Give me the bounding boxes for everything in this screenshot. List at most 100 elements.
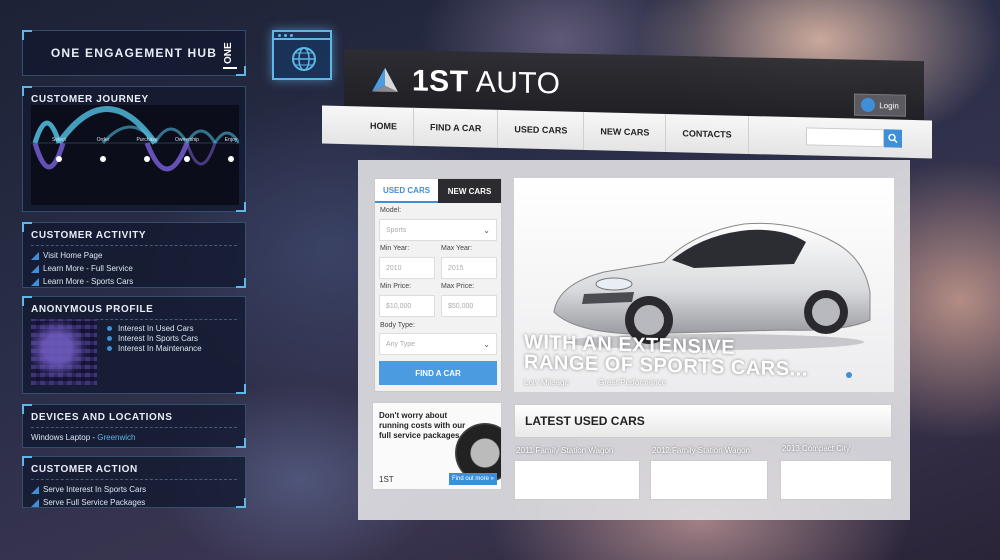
journey-stage-marker	[144, 156, 150, 162]
profile-item: Interest In Maintenance	[107, 343, 202, 353]
bullet-icon	[107, 335, 112, 341]
action-label: Serve Full Service Packages	[43, 498, 146, 507]
latest-used-cars-header: LATEST USED CARS	[514, 404, 892, 438]
activity-label: Learn More - Sports Cars	[43, 277, 134, 286]
anonymous-profile-panel: ANONYMOUS PROFILE Interest In Used Cars …	[22, 296, 246, 394]
nav-new-cars[interactable]: NEW CARS	[584, 111, 667, 152]
find-a-car-button[interactable]: FIND A CAR	[379, 361, 497, 385]
sports-car-image	[553, 222, 871, 350]
customer-journey-panel: CUSTOMER JOURNEY Select Order Purchase Owne…	[22, 86, 246, 212]
triangle-icon	[31, 251, 39, 260]
journey-stage-marker	[56, 156, 62, 162]
journey-stage-marker	[228, 156, 234, 162]
carousel-dot[interactable]	[846, 372, 852, 378]
profile-label: Interest In Sports Cars	[118, 333, 199, 343]
model-select[interactable]: Sports ⌄	[379, 219, 497, 241]
triangle-icon	[31, 264, 39, 273]
body-type-value: Any Type	[386, 340, 416, 348]
min-price-input[interactable]: $10,000	[379, 295, 435, 317]
model-label: Model:	[380, 207, 402, 214]
pixelated-avatar	[31, 319, 97, 385]
hub-title: ONE ENGAGEMENT HUB	[50, 46, 218, 60]
journey-chart: Select Order Purchase Ownership Enjoy	[31, 105, 239, 205]
login-button[interactable]: Login	[854, 93, 906, 117]
listing-card[interactable]	[514, 460, 640, 500]
devices-title: DEVICES AND LOCATIONS	[31, 405, 237, 428]
browser-globe-icon	[272, 30, 332, 80]
triangle-icon	[31, 485, 39, 494]
engagement-hub-header: ONE ENGAGEMENT HUB ONE	[22, 30, 246, 76]
device-name: Windows Laptop	[31, 433, 91, 442]
service-promo-card[interactable]: Don't worry about running costs with our…	[372, 402, 502, 490]
max-price-input[interactable]: $50,000	[441, 295, 497, 317]
journey-stage-label: Enjoy	[225, 137, 238, 143]
search-input[interactable]	[806, 127, 884, 148]
activity-item: Learn More - Sports Cars	[31, 275, 237, 288]
customer-activity-panel: CUSTOMER ACTIVITY Visit Home Page Learn …	[22, 222, 246, 288]
profile-item: Interest In Sports Cars	[107, 333, 202, 343]
hero-headline: WITH AN EXTENSIVE RANGE OF SPORTS CARS...	[524, 331, 808, 380]
listing-card[interactable]	[780, 460, 892, 500]
nav-contacts[interactable]: CONTACTS	[666, 113, 749, 154]
car-finder-widget: USED CARS NEW CARS Model: Sports ⌄ Min Ye…	[374, 178, 502, 392]
activity-item: Visit Home Page	[31, 249, 237, 262]
journey-stage-marker	[100, 156, 106, 162]
tab-used-cars[interactable]: USED CARS	[375, 179, 438, 203]
search-icon	[888, 133, 898, 144]
journey-stage-label: Purchase	[136, 137, 157, 143]
max-year-label: Max Year:	[441, 245, 473, 252]
site-search	[806, 127, 902, 148]
latest-title: LATEST USED CARS	[525, 414, 645, 428]
listing-card[interactable]	[650, 460, 768, 500]
globe-icon	[292, 47, 316, 71]
device-row: Windows Laptop - Greenwich	[23, 428, 245, 447]
model-value: Sports	[386, 226, 407, 234]
devices-locations-panel: DEVICES AND LOCATIONS Windows Laptop - G…	[22, 404, 246, 448]
min-price-label: Min Price:	[380, 283, 412, 290]
find-out-more-button[interactable]: Find out more »	[449, 473, 497, 485]
body-type-select[interactable]: Any Type ⌄	[379, 333, 497, 355]
nav-used-cars[interactable]: USED CARS	[498, 109, 585, 150]
action-title: CUSTOMER ACTION	[31, 457, 237, 480]
action-label: Serve Interest In Sports Cars	[43, 485, 147, 494]
journey-stage-label: Ownership	[175, 137, 199, 143]
logo-mark-icon	[372, 67, 398, 93]
site-logo[interactable]: 1ST AUTO	[370, 63, 561, 101]
activity-label: Visit Home Page	[43, 251, 103, 260]
device-location: Greenwich	[97, 433, 136, 442]
profile-label: Interest In Maintenance	[118, 343, 202, 353]
listing-title[interactable]: 2011 Family Station Wagon	[516, 446, 613, 455]
logo-text: 1ST AUTO	[412, 64, 561, 101]
action-item: Serve Full Service Packages	[31, 496, 237, 509]
journey-stage-label: Select	[52, 137, 67, 143]
user-icon	[861, 97, 876, 113]
customer-action-panel: CUSTOMER ACTION Serve Interest In Sports…	[22, 456, 246, 508]
min-year-input[interactable]: 2010	[379, 257, 435, 279]
triangle-icon	[31, 277, 39, 286]
activity-item: Learn More - Full Service	[31, 262, 237, 275]
max-year-input[interactable]: 2015	[441, 257, 497, 279]
hero-sub-mileage: Low Mileage	[524, 378, 569, 387]
chevron-down-icon: ⌄	[483, 225, 490, 235]
hero-banner[interactable]: WITH AN EXTENSIVE RANGE OF SPORTS CARS...…	[514, 178, 894, 392]
bullet-icon	[107, 325, 112, 331]
bullet-icon	[107, 345, 112, 351]
chevron-down-icon: ⌄	[483, 339, 490, 349]
login-label: Login	[879, 100, 899, 111]
max-price-label: Max Price:	[441, 283, 475, 290]
listing-title[interactable]: 2012 Family Station Wagon	[652, 446, 750, 455]
hero-sub-performance: Great Performance	[598, 378, 667, 387]
nav-find-a-car[interactable]: FIND A CAR	[414, 107, 499, 148]
profile-title: ANONYMOUS PROFILE	[31, 297, 237, 320]
promo-logo: 1ST	[379, 475, 394, 484]
activity-title: CUSTOMER ACTIVITY	[31, 223, 237, 246]
nav-home[interactable]: HOME	[322, 105, 414, 146]
search-button[interactable]	[884, 129, 902, 148]
min-year-label: Min Year:	[380, 245, 410, 252]
activity-label: Learn More - Full Service	[43, 264, 133, 273]
action-item: Serve Interest In Sports Cars	[31, 483, 237, 496]
tab-new-cars[interactable]: NEW CARS	[438, 179, 501, 203]
listing-title[interactable]: 2013 Compact City	[782, 444, 850, 453]
journey-stage-marker	[184, 156, 190, 162]
profile-label: Interest In Used Cars	[118, 323, 194, 333]
